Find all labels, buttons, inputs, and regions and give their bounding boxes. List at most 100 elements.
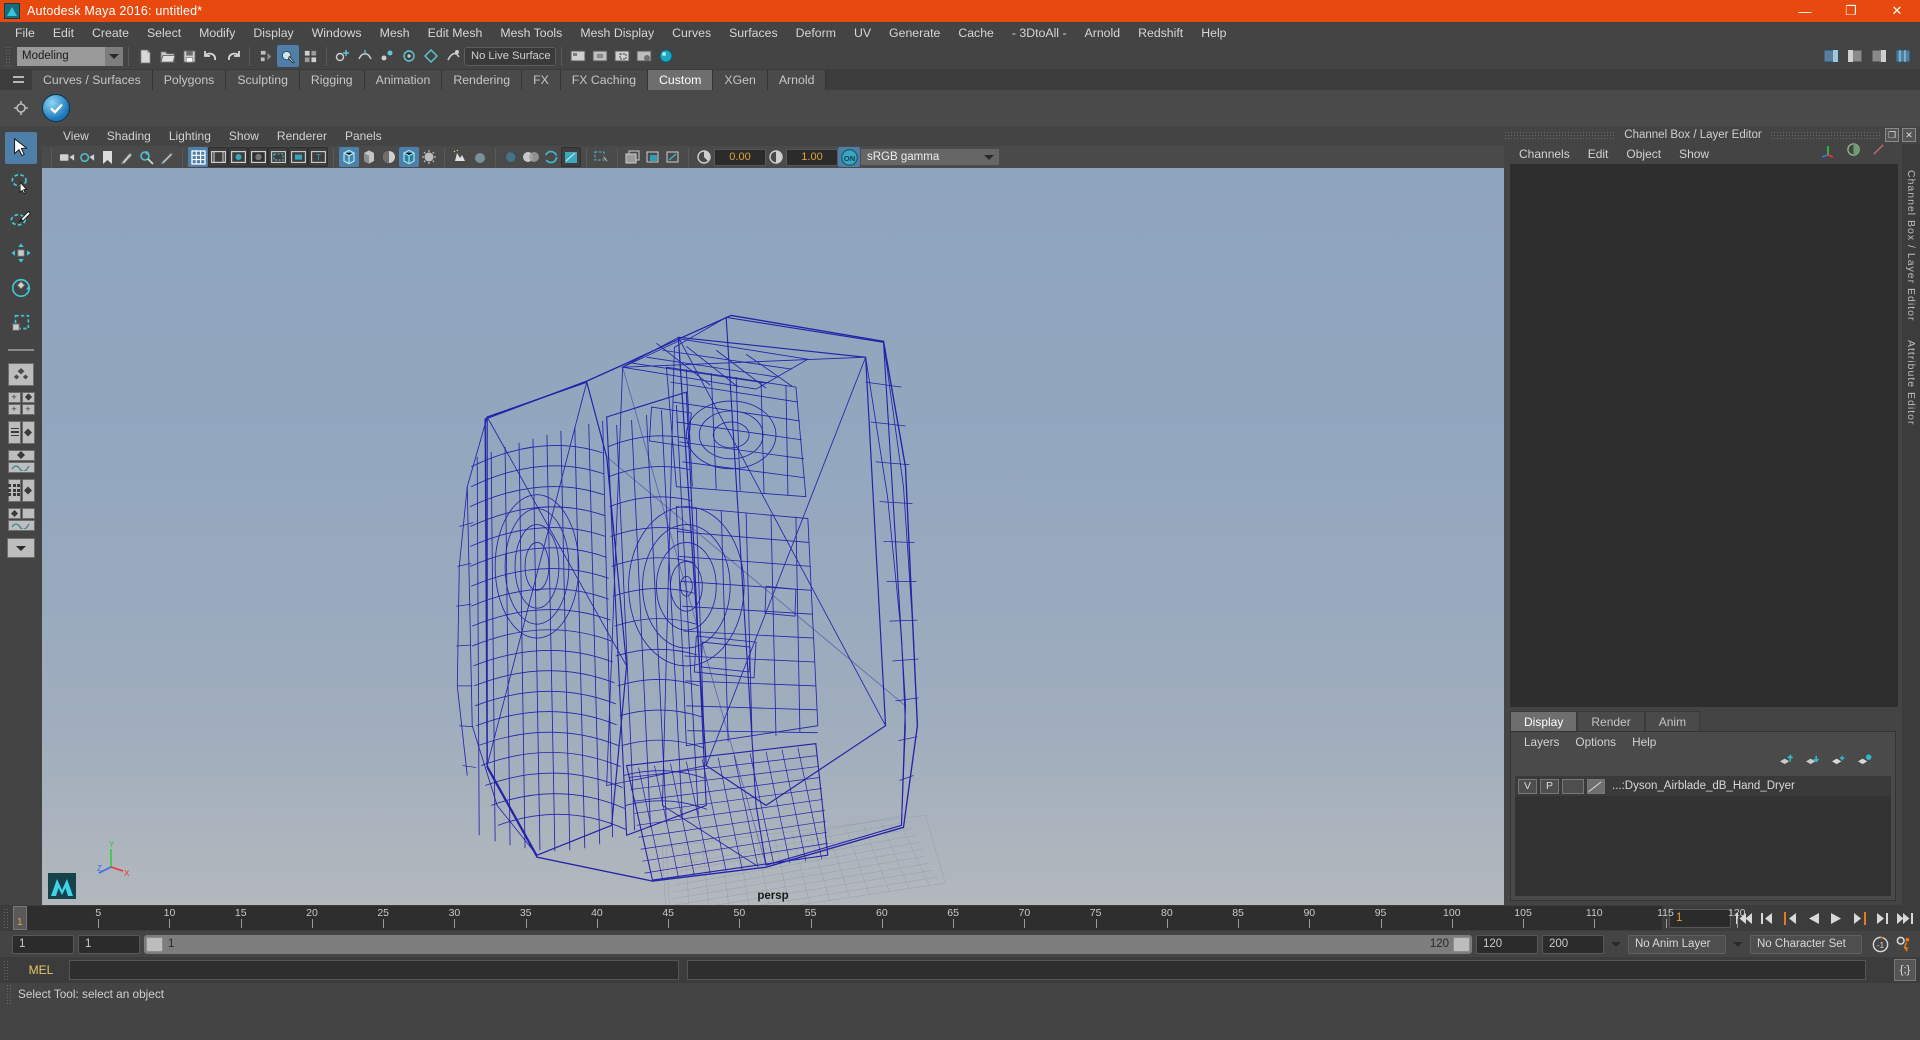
minimize-button[interactable]: — (1782, 0, 1828, 22)
layout-four-view[interactable]: + + + (5, 390, 37, 416)
shaded-wireframe-icon[interactable] (379, 147, 399, 167)
menu-cache[interactable]: Cache (949, 24, 1003, 42)
menu-create[interactable]: Create (83, 24, 138, 42)
menu-deform[interactable]: Deform (787, 24, 845, 42)
view-transform-chevron-down-icon[interactable] (979, 154, 999, 160)
layer-tab-display[interactable]: Display (1510, 711, 1578, 731)
auto-keyframe-icon[interactable]: -1 (1870, 934, 1890, 954)
step-back-keyframe-icon[interactable] (1757, 908, 1777, 928)
view-transform-combo[interactable]: sRGB gamma (860, 148, 1000, 166)
undo-icon[interactable] (200, 45, 222, 67)
toggle-channel-box-icon[interactable] (1868, 45, 1890, 67)
depth-of-field-icon[interactable] (541, 147, 561, 167)
close-button[interactable]: ✕ (1874, 0, 1920, 22)
close-icon[interactable]: ✕ (1902, 128, 1917, 142)
gamma-field[interactable]: 1.00 (786, 148, 838, 166)
select-camera-icon[interactable] (57, 147, 77, 167)
menu-windows[interactable]: Windows (303, 24, 371, 42)
viewport-menu-lighting[interactable]: Lighting (160, 128, 220, 144)
layer-list[interactable]: V P ...:Dyson_Airblade_dB_Hand_Dryer (1515, 776, 1891, 896)
time-cursor[interactable]: 1 (13, 906, 27, 930)
toggle-attribute-editor-icon[interactable] (1820, 45, 1842, 67)
snap-to-grid-icon[interactable] (332, 45, 354, 67)
safe-action-icon[interactable] (288, 147, 308, 167)
step-back-frame-icon[interactable] (1780, 908, 1800, 928)
viewport-menu-view[interactable]: View (54, 128, 98, 144)
channel-box-content[interactable] (1510, 164, 1898, 707)
save-scene-icon[interactable] (178, 45, 200, 67)
layout-more-chevron-down-icon[interactable] (5, 535, 37, 561)
camera-attributes-icon[interactable] (77, 147, 97, 167)
shelf-tab-fx[interactable]: FX (522, 70, 561, 90)
range-slider-bar[interactable]: 1 120 (144, 934, 1472, 954)
shelf-tab-curves-surfaces[interactable]: Curves / Surfaces (32, 70, 153, 90)
select-tool-button[interactable] (5, 132, 37, 164)
ipr-render-icon[interactable] (589, 45, 611, 67)
shelf-tab-rigging[interactable]: Rigging (299, 70, 365, 90)
view-transform-toggle[interactable]: ON (838, 147, 860, 167)
play-backwards-icon[interactable] (1803, 908, 1823, 928)
layer-menu-help[interactable]: Help (1624, 734, 1664, 750)
rotate-tool-button[interactable] (5, 272, 37, 304)
lights-icon[interactable] (419, 147, 439, 167)
range-end-handle[interactable] (1453, 936, 1470, 952)
xray-icon[interactable] (592, 147, 612, 167)
side-tab-channel-box[interactable]: Channel Box / Layer Editor (1905, 170, 1917, 322)
playback-start-time-field[interactable]: 1 (78, 934, 140, 954)
3d-viewport[interactable]: Y Z X persp (42, 168, 1504, 905)
shelf-button-custom-tool[interactable] (42, 94, 70, 122)
menuset-selector[interactable]: Modeling (17, 46, 105, 66)
maximize-button[interactable]: ❐ (1828, 0, 1874, 22)
menu-help[interactable]: Help (1192, 24, 1235, 42)
shelf-menu-icon[interactable] (9, 70, 27, 88)
shelf-tab-arnold[interactable]: Arnold (767, 70, 827, 90)
play-forwards-icon[interactable] (1826, 908, 1846, 928)
layout-outliner-persp[interactable] (5, 419, 37, 445)
scale-tool-button[interactable] (5, 307, 37, 339)
gamma-icon[interactable] (766, 147, 786, 167)
snap-to-view-plane-icon[interactable] (420, 45, 442, 67)
layout-single-perspective[interactable] (5, 361, 37, 387)
menu-generate[interactable]: Generate (880, 24, 949, 42)
layer-menu-options[interactable]: Options (1567, 734, 1624, 750)
viewport-menu-renderer[interactable]: Renderer (268, 128, 336, 144)
time-slider-track[interactable]: 1 5 10 15 20 25 30 35 40 45 50 55 60 65 70 75 80 85 90 95 1… (13, 906, 1746, 930)
menu-uv[interactable]: UV (845, 24, 880, 42)
move-layer-down-icon[interactable] (1804, 753, 1821, 771)
menu-mesh-tools[interactable]: Mesh Tools (491, 24, 571, 42)
viewport-menu-shading[interactable]: Shading (98, 128, 160, 144)
animation-end-time-field[interactable]: 200 (1542, 934, 1604, 954)
axis-toggle-icon[interactable] (1820, 142, 1836, 163)
layer-tab-anim[interactable]: Anim (1644, 711, 1701, 731)
film-origin-icon[interactable] (268, 147, 288, 167)
current-frame-field[interactable]: 1 (1669, 908, 1731, 928)
exposure-icon[interactable] (694, 147, 714, 167)
render-region-icon[interactable] (611, 45, 633, 67)
command-language-label[interactable]: MEL (13, 963, 69, 977)
shelf-tab-custom[interactable]: Custom (648, 70, 714, 90)
multisample-icon[interactable] (521, 147, 541, 167)
slash-toggle-icon[interactable] (1871, 142, 1886, 162)
layer-color-swatch[interactable] (1587, 778, 1605, 794)
timeslider-grip[interactable] (3, 908, 10, 928)
menu-display[interactable]: Display (244, 24, 302, 42)
menuset-chevron-down-icon[interactable] (105, 46, 123, 66)
new-layer-icon[interactable] (1830, 753, 1847, 771)
viewport-menu-panels[interactable]: Panels (336, 128, 391, 144)
smooth-shade-icon[interactable] (359, 147, 379, 167)
snap-to-projected-center-icon[interactable] (398, 45, 420, 67)
helpline-grip[interactable] (6, 984, 13, 1004)
layer-name[interactable]: ...:Dyson_Airblade_dB_Hand_Dryer (1612, 780, 1795, 792)
gate-mask-icon[interactable] (248, 147, 268, 167)
menu-file[interactable]: File (6, 24, 44, 42)
bookmark-icon[interactable] (97, 147, 117, 167)
texture-icon[interactable] (399, 147, 419, 167)
layer-tab-render[interactable]: Render (1577, 711, 1645, 731)
character-set-field[interactable]: No Character Set (1750, 934, 1862, 954)
shadows-icon[interactable] (450, 147, 470, 167)
motion-blur-icon[interactable] (501, 147, 521, 167)
layout-persp-graph-outliner[interactable] (5, 506, 37, 532)
side-tab-attribute-editor[interactable]: Attribute Editor (1905, 340, 1917, 425)
animation-preferences-icon[interactable] (1894, 934, 1914, 954)
shelf-tab-xgen[interactable]: XGen (713, 70, 768, 90)
